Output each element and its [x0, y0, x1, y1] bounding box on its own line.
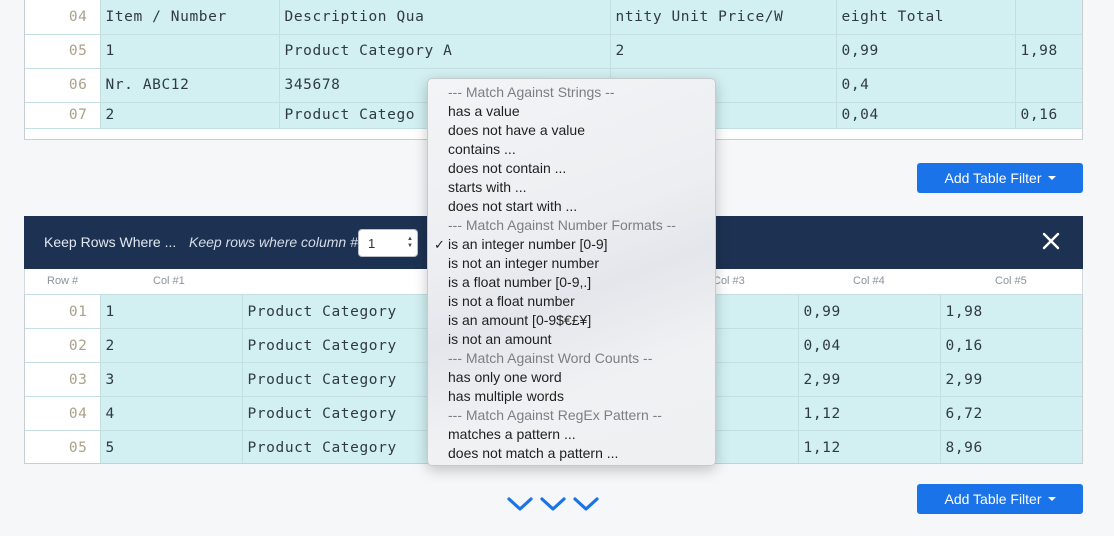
table-cell[interactable]: 3	[99, 362, 243, 397]
table-cell[interactable]: 2,99	[939, 362, 1082, 397]
table-cell[interactable]: 2	[99, 328, 243, 363]
table-cell[interactable]: 0,99	[797, 294, 941, 329]
stepper-arrows-icon[interactable]: ▲ ▼	[407, 236, 413, 250]
table-cell[interactable]: 6,72	[939, 396, 1082, 431]
table-cell[interactable]: Product Category A	[278, 34, 611, 69]
table-cell[interactable]: 0,16	[1014, 102, 1082, 129]
menu-item-not-float[interactable]: is not a float number	[428, 292, 715, 311]
caret-down-icon	[1047, 497, 1056, 501]
menu-item-matches-pattern[interactable]: matches a pattern ...	[428, 425, 715, 444]
row-number: 02	[25, 328, 101, 363]
column-header: Col #1	[153, 275, 185, 287]
row-number: 03	[25, 362, 101, 397]
menu-item-float[interactable]: is a float number [0-9,.]	[428, 273, 715, 292]
table-cell[interactable]: 8,96	[939, 430, 1082, 463]
checkmark-icon: ✓	[434, 237, 445, 252]
menu-group-header: --- Match Against RegEx Pattern --	[448, 407, 662, 423]
expand-chevrons-icon[interactable]	[506, 494, 602, 514]
menu-item-multiple-words[interactable]: has multiple words	[428, 387, 715, 406]
row-number: 01	[25, 294, 101, 329]
table-cell[interactable]: 1	[99, 294, 243, 329]
menu-item-not-amount[interactable]: is not an amount	[428, 330, 715, 349]
filter-condition-dropdown[interactable]: --- Match Against Strings -- has a value…	[427, 78, 716, 466]
row-number: 05	[25, 34, 101, 69]
menu-item-label: is an integer number [0-9]	[448, 236, 608, 252]
table-cell[interactable]: 2	[99, 102, 280, 129]
table-cell[interactable]: 1,98	[1014, 34, 1082, 69]
menu-item-contains[interactable]: contains ...	[428, 140, 715, 159]
caret-down-icon	[1047, 176, 1056, 180]
table-cell[interactable]: 5	[99, 430, 243, 463]
table-cell[interactable]: 1,12	[797, 396, 941, 431]
menu-item-one-word[interactable]: has only one word	[428, 368, 715, 387]
table-cell[interactable]: Description Qua	[278, 0, 611, 35]
menu-item-has-value[interactable]: has a value	[428, 102, 715, 121]
table-row: 05 1 Product Category A 2 0,99 1,98	[25, 34, 1082, 69]
column-header: Row #	[47, 275, 79, 287]
add-table-filter-label: Add Table Filter	[944, 170, 1042, 186]
table-cell[interactable]: 2	[609, 34, 837, 69]
table-cell[interactable]	[1014, 0, 1082, 35]
table-cell[interactable]: 2,99	[797, 362, 941, 397]
table-cell[interactable]: eight Total	[835, 0, 1016, 35]
table-cell[interactable]: 1,98	[939, 294, 1082, 329]
row-number: 04	[25, 0, 101, 35]
add-table-filter-button[interactable]: Add Table Filter	[917, 484, 1083, 514]
table-cell[interactable]: 0,4	[835, 68, 1016, 103]
table-row: 04 Item / Number Description Qua ntity U…	[25, 0, 1082, 35]
row-number: 07	[25, 102, 101, 129]
menu-item-starts-with[interactable]: starts with ...	[428, 178, 715, 197]
menu-group-header: --- Match Against Word Counts --	[448, 350, 653, 366]
menu-item-not-matches-pattern[interactable]: does not match a pattern ...	[428, 444, 715, 463]
table-cell[interactable]: 1	[99, 34, 280, 69]
table-cell[interactable]: 4	[99, 396, 243, 431]
menu-item-amount[interactable]: is an amount [0-9$€£¥]	[428, 311, 715, 330]
menu-item-not-starts-with[interactable]: does not start with ...	[428, 197, 715, 216]
table-cell[interactable]: ntity Unit Price/W	[609, 0, 837, 35]
column-number-stepper[interactable]: 1 ▲ ▼	[358, 229, 418, 257]
table-cell[interactable]: Item / Number	[99, 0, 280, 35]
column-header: Col #3	[713, 275, 745, 287]
table-cell[interactable]: 0,04	[797, 328, 941, 363]
column-header: Col #4	[853, 275, 885, 287]
menu-item-integer[interactable]: ✓ is an integer number [0-9]	[428, 235, 715, 254]
column-number-value: 1	[368, 236, 376, 251]
add-table-filter-label: Add Table Filter	[944, 491, 1042, 507]
menu-group-header: --- Match Against Number Formats --	[448, 217, 676, 233]
menu-item-no-value[interactable]: does not have a value	[428, 121, 715, 140]
menu-item-not-integer[interactable]: is not an integer number	[428, 254, 715, 273]
menu-item-not-contains[interactable]: does not contain ...	[428, 159, 715, 178]
filter-hint: Keep rows where column #	[189, 234, 358, 250]
table-cell[interactable]: 0,04	[835, 102, 1016, 129]
table-cell[interactable]: 0,16	[939, 328, 1082, 363]
table-cell[interactable]: 1,12	[797, 430, 941, 463]
row-number: 04	[25, 396, 101, 431]
table-cell[interactable]: 0,99	[835, 34, 1016, 69]
column-header: Col #5	[995, 275, 1027, 287]
table-cell[interactable]: Nr. ABC12	[99, 68, 280, 103]
filter-title: Keep Rows Where ...	[44, 234, 177, 250]
row-number: 05	[25, 430, 101, 463]
close-icon[interactable]	[1039, 229, 1063, 253]
row-number: 06	[25, 68, 101, 103]
menu-group-header: --- Match Against Strings --	[448, 84, 615, 100]
add-table-filter-button[interactable]: Add Table Filter	[917, 163, 1083, 193]
table-cell[interactable]	[1014, 68, 1082, 103]
